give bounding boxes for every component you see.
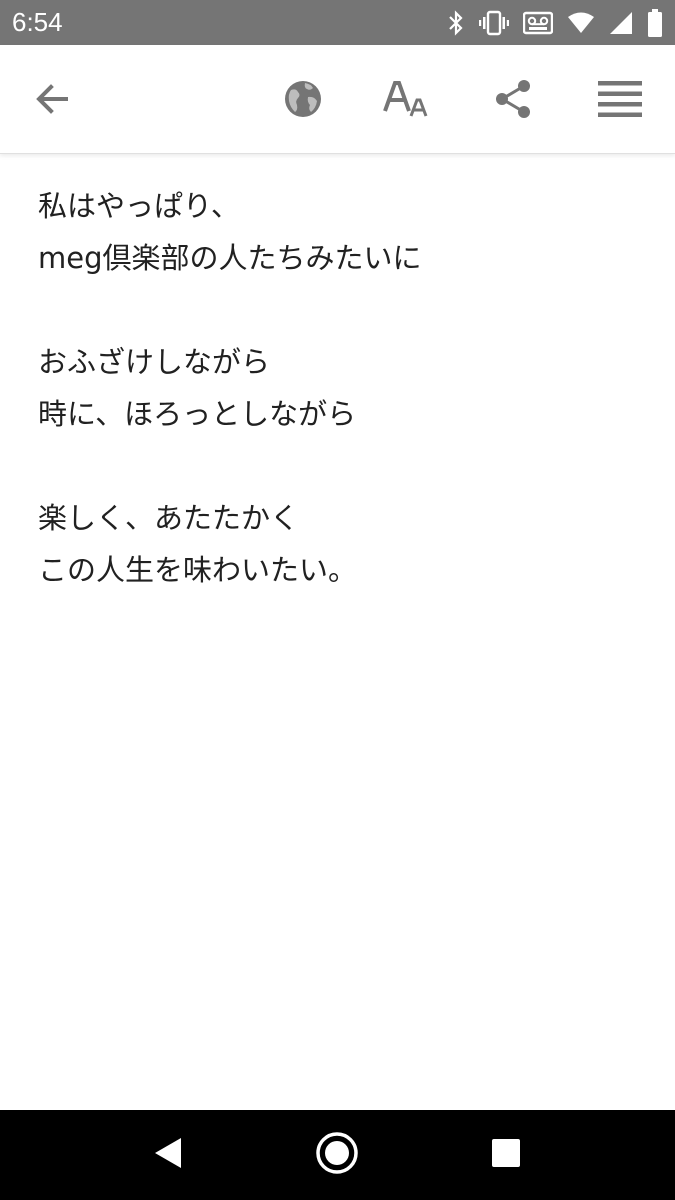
text-size-icon [383,79,429,119]
nav-recents-button[interactable] [476,1130,536,1180]
menu-button[interactable] [590,69,650,129]
article-line: 楽しく、あたたかく [38,501,300,535]
reader-toolbar [0,45,675,154]
article-paragraph: 私はやっぱり、 meg倶楽部の人たちみたいに [38,180,638,284]
voicemail-icon [523,10,553,36]
back-arrow-icon [34,81,70,117]
share-button[interactable] [483,69,543,129]
system-nav-bar [0,1110,675,1200]
article-line: meg倶楽部の人たちみたいに [38,241,422,275]
article-line: この人生を味わいたい。 [38,553,358,587]
status-icons [447,8,663,38]
text-size-button[interactable] [376,69,436,129]
menu-icon [597,79,643,119]
article-paragraph: 楽しく、あたたかく この人生を味わいたい。 [38,492,638,596]
globe-icon [283,79,323,119]
nav-back-button[interactable] [138,1130,198,1180]
article-content: 私はやっぱり、 meg倶楽部の人たちみたいに おふざけしながら 時に、ほろっとし… [38,180,638,648]
article-line: 私はやっぱり、 [38,189,240,223]
bluetooth-icon [447,10,465,36]
vibrate-icon [479,10,509,36]
share-icon [494,79,532,119]
translate-button[interactable] [273,69,333,129]
recents-square-icon [491,1138,521,1172]
status-time: 6:54 [12,7,63,37]
signal-icon [609,11,633,35]
back-triangle-icon [153,1136,183,1174]
back-button[interactable] [22,69,82,129]
battery-icon [647,9,663,37]
home-circle-icon [315,1131,359,1179]
wifi-icon [567,11,595,35]
article-line: 時に、ほろっとしながら [38,397,357,431]
nav-home-button[interactable] [307,1130,367,1180]
status-bar: 6:54 [0,0,675,45]
article-paragraph: おふざけしながら 時に、ほろっとしながら [38,336,638,440]
article-line: おふざけしながら [38,345,271,379]
